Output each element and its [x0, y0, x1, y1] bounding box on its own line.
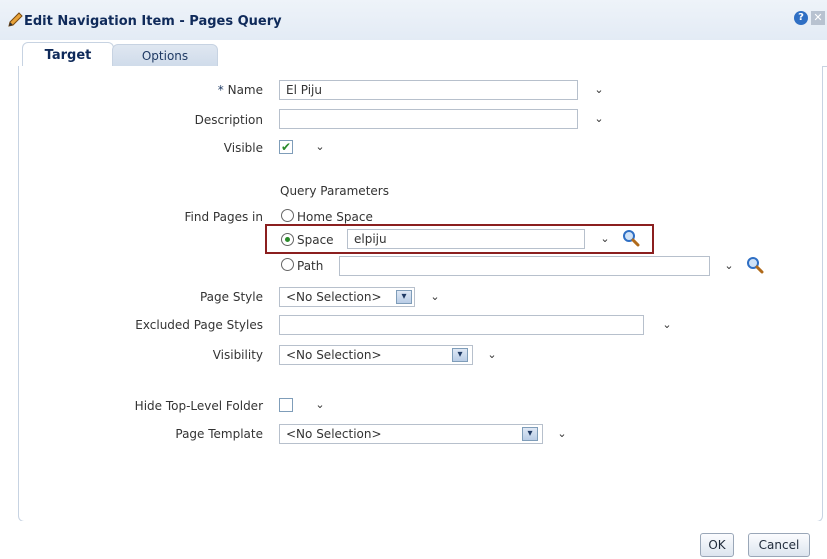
name-label: * Name [150, 83, 263, 97]
find-pages-in-label: Find Pages in [184, 210, 263, 224]
chevron-down-icon[interactable]: ⌄ [484, 347, 500, 363]
chevron-down-icon[interactable]: ⌄ [312, 397, 328, 413]
hide-top-level-folder-checkbox[interactable] [279, 398, 293, 412]
required-marker: * [217, 83, 224, 97]
query-parameters-heading: Query Parameters [280, 184, 389, 198]
description-label: Description [194, 113, 263, 127]
select-arrow-icon[interactable]: ▾ [522, 427, 538, 441]
tab-options[interactable]: Options [112, 44, 218, 68]
page-style-label: Page Style [199, 290, 263, 304]
visibility-label: Visibility [212, 348, 263, 362]
select-arrow-icon[interactable]: ▾ [452, 348, 468, 362]
name-field[interactable]: El Piju [279, 80, 578, 100]
visibility-value: <No Selection> [286, 348, 382, 362]
name-label-text: Name [227, 83, 263, 97]
select-arrow-icon[interactable]: ▾ [396, 290, 412, 304]
excluded-page-styles-label: Excluded Page Styles [135, 318, 263, 332]
ok-button[interactable]: OK [700, 533, 734, 557]
close-icon[interactable]: ✕ [811, 11, 825, 25]
chevron-down-icon[interactable]: ⌄ [554, 426, 570, 442]
path-field[interactable] [339, 256, 710, 276]
chevron-down-icon[interactable]: ⌄ [591, 82, 607, 98]
radio-space[interactable] [281, 233, 294, 246]
search-icon[interactable] [622, 229, 640, 247]
visible-label: Visible [223, 141, 263, 155]
chevron-down-icon[interactable]: ⌄ [659, 317, 675, 333]
radio-space-label: Space [297, 233, 334, 247]
cancel-button[interactable]: Cancel [748, 533, 810, 557]
radio-path-label: Path [297, 259, 324, 273]
page-template-value: <No Selection> [286, 427, 382, 441]
help-icon[interactable]: ? [794, 11, 808, 25]
excluded-page-styles-field[interactable] [279, 315, 644, 335]
chevron-down-icon[interactable]: ⌄ [427, 289, 443, 305]
description-field[interactable] [279, 109, 578, 129]
chevron-down-icon[interactable]: ⌄ [597, 231, 613, 247]
chevron-down-icon[interactable]: ⌄ [721, 258, 737, 274]
page-template-select[interactable]: <No Selection> ▾ [279, 424, 543, 444]
chevron-down-icon[interactable]: ⌄ [591, 111, 607, 127]
visible-checkbox[interactable]: ✔ [279, 140, 293, 154]
radio-home-space[interactable] [281, 209, 294, 222]
pencil-icon [8, 12, 23, 27]
page-style-value: <No Selection> [286, 290, 382, 304]
form-panel [18, 66, 823, 522]
page-style-select[interactable]: <No Selection> ▾ [279, 287, 415, 307]
chevron-down-icon[interactable]: ⌄ [312, 139, 328, 155]
space-field[interactable]: elpiju [347, 229, 585, 249]
radio-path[interactable] [281, 258, 294, 271]
page-template-label: Page Template [175, 427, 263, 441]
search-icon[interactable] [746, 256, 764, 274]
visibility-select[interactable]: <No Selection> ▾ [279, 345, 473, 365]
dialog-title: Edit Navigation Item - Pages Query [24, 14, 282, 29]
hide-top-level-folder-label: Hide Top-Level Folder [134, 399, 263, 413]
radio-home-space-label: Home Space [297, 210, 373, 224]
